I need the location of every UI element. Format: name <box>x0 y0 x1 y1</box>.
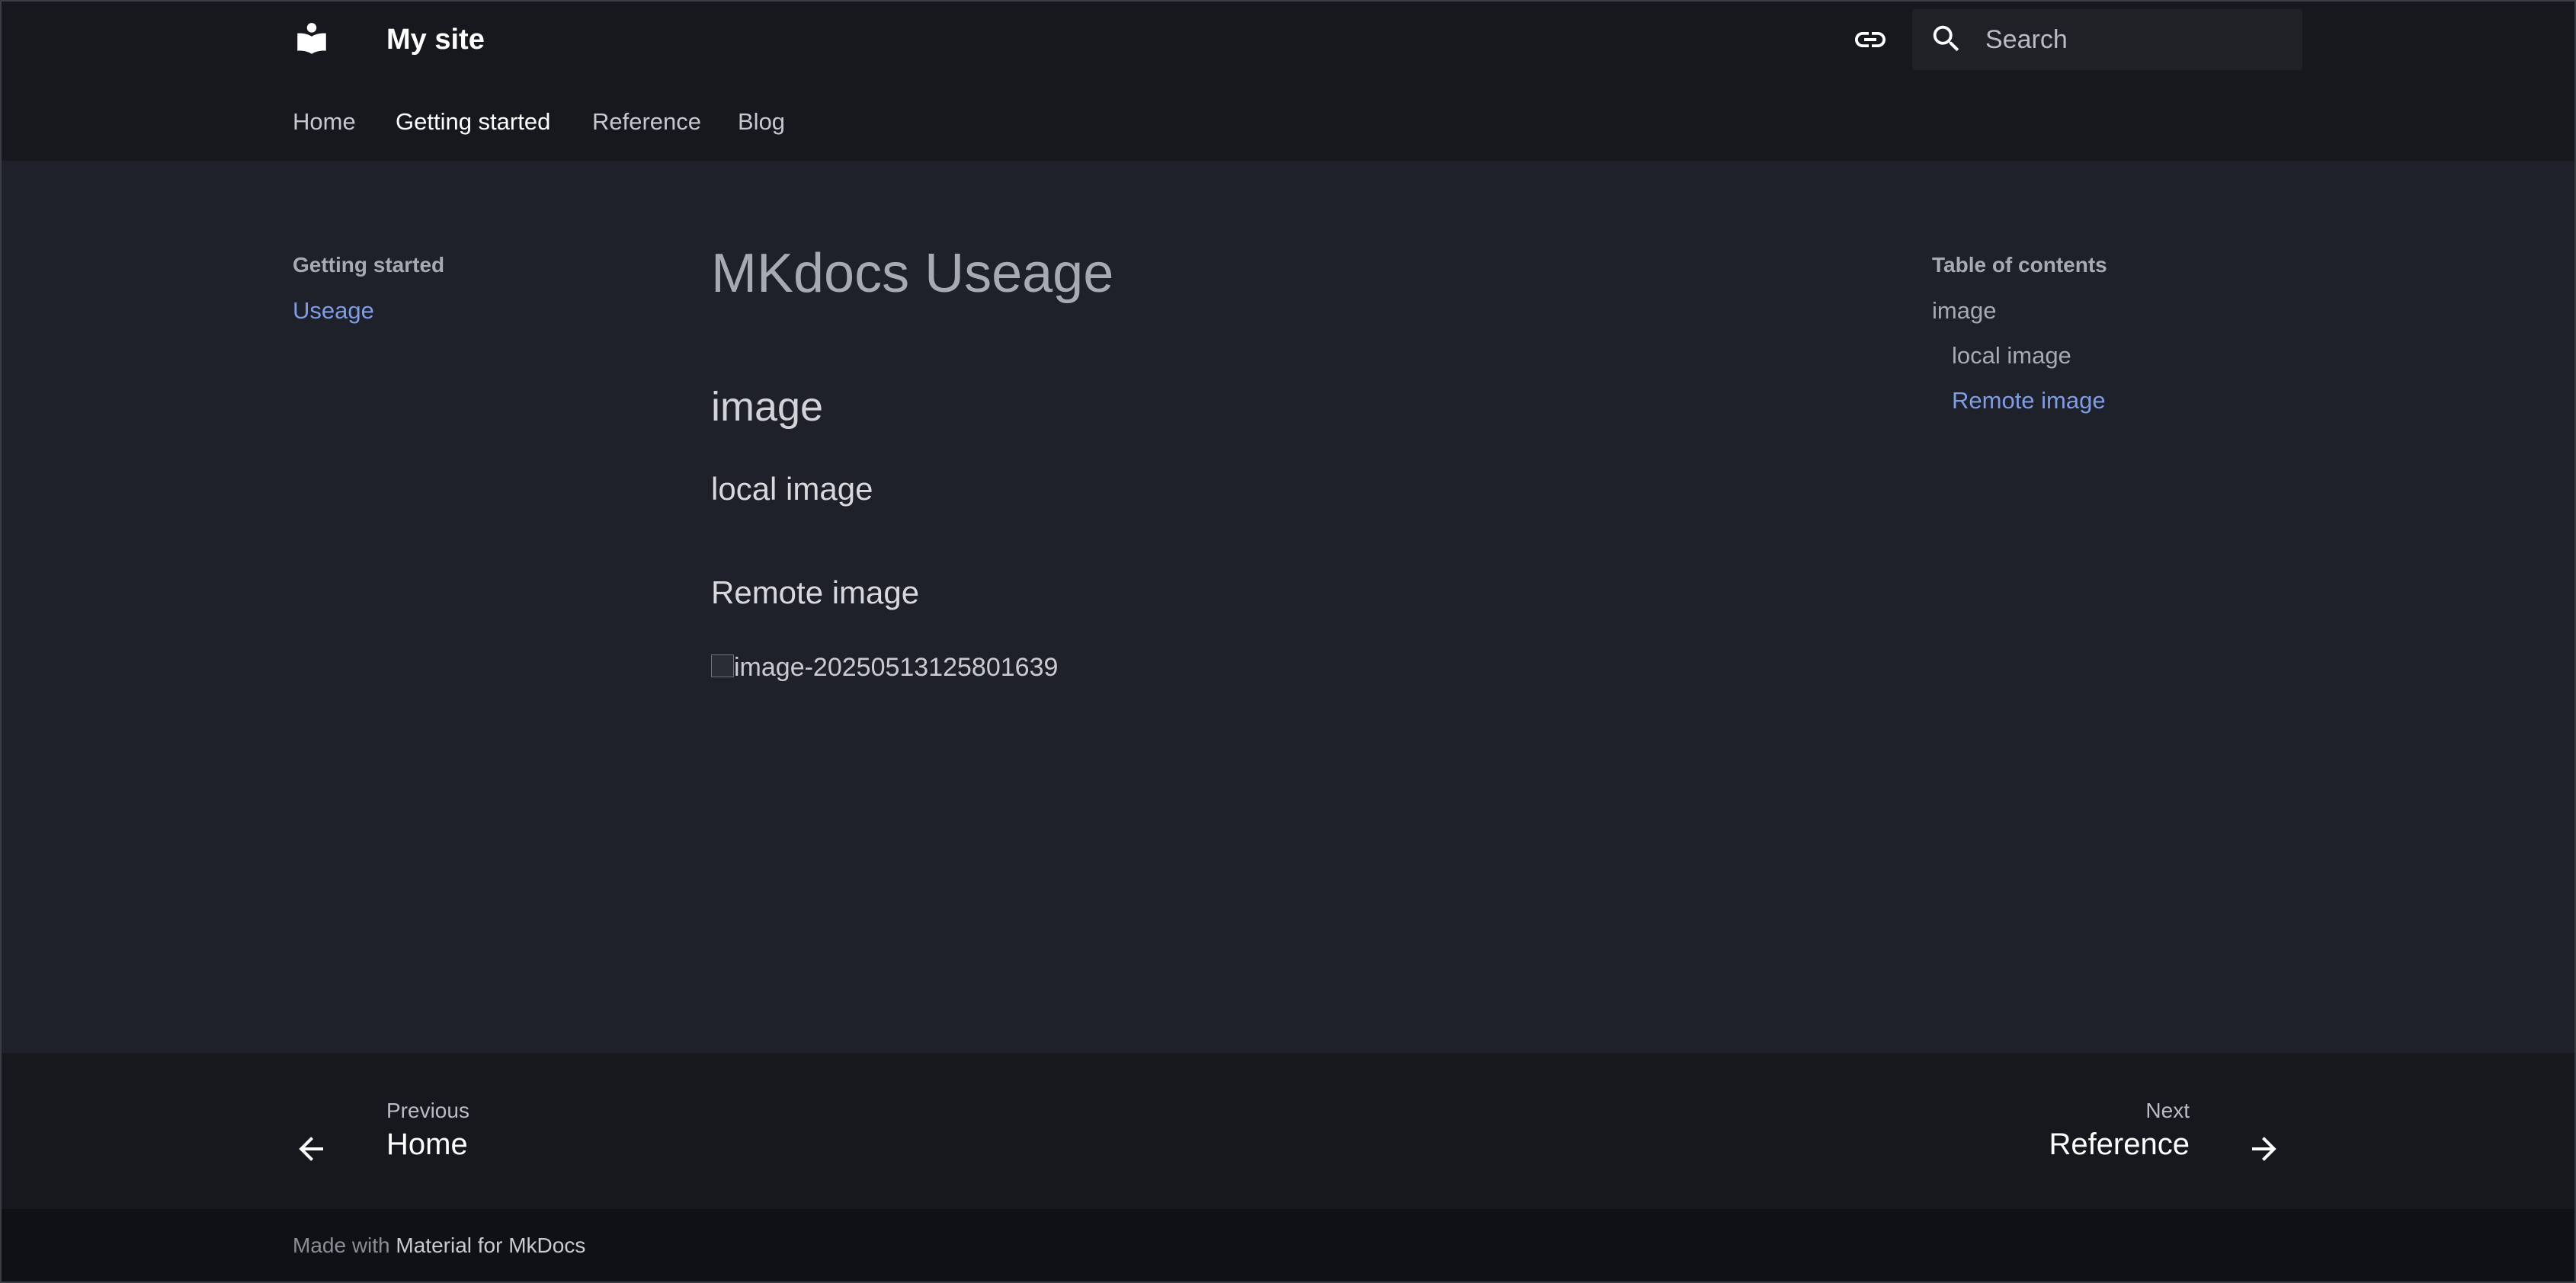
made-with-prefix: Made with <box>293 1233 396 1257</box>
tab-blog[interactable]: Blog <box>738 101 785 143</box>
material-for-mkdocs-link[interactable]: Material for MkDocs <box>396 1233 585 1257</box>
heading-remote-image: Remote image <box>711 574 920 610</box>
broken-image-icon <box>711 654 734 677</box>
link-icon[interactable] <box>1850 21 1890 58</box>
tab-home[interactable]: Home <box>293 101 356 143</box>
search-placeholder: Search <box>1985 25 2068 54</box>
book-reader-icon[interactable] <box>293 20 331 58</box>
arrow-right-icon[interactable] <box>2246 1131 2283 1167</box>
broken-image: image-20250513125801639 <box>711 648 1058 686</box>
made-with-text: Made with Material for MkDocs <box>293 1233 585 1258</box>
toc-item-local-image[interactable]: local image <box>1952 342 2071 370</box>
header: My site Search Home Getting started Refe… <box>0 0 2576 161</box>
previous-caption: Previous <box>386 1099 469 1122</box>
heading-image: image <box>711 384 824 430</box>
search-icon <box>1933 25 1959 52</box>
toc-item-image[interactable]: image <box>1932 297 1996 325</box>
arrow-left-icon[interactable] <box>293 1131 329 1167</box>
page-title: MKdocs Useage <box>711 243 1114 304</box>
next-caption: Next <box>2145 1099 2190 1122</box>
tab-reference[interactable]: Reference <box>592 101 701 143</box>
toc-item-remote-image[interactable]: Remote image <box>1952 387 2106 414</box>
sidebar-item-useage[interactable]: Useage <box>293 297 374 325</box>
previous-link[interactable]: Home <box>386 1128 468 1162</box>
footer-meta: Made with Material for MkDocs <box>0 1209 2576 1283</box>
site-title[interactable]: My site <box>386 20 485 59</box>
search-input[interactable]: Search <box>1912 9 2302 70</box>
next-link[interactable]: Reference <box>2049 1128 2190 1162</box>
toc-title: Table of contents <box>1932 253 2107 277</box>
sidebar-title: Getting started <box>293 253 445 277</box>
heading-local-image: local image <box>711 471 873 507</box>
broken-image-alt-text: image-20250513125801639 <box>734 653 1059 682</box>
footer-navigation: Previous Home Next Reference <box>0 1053 2576 1209</box>
tab-getting-started[interactable]: Getting started <box>396 101 550 143</box>
